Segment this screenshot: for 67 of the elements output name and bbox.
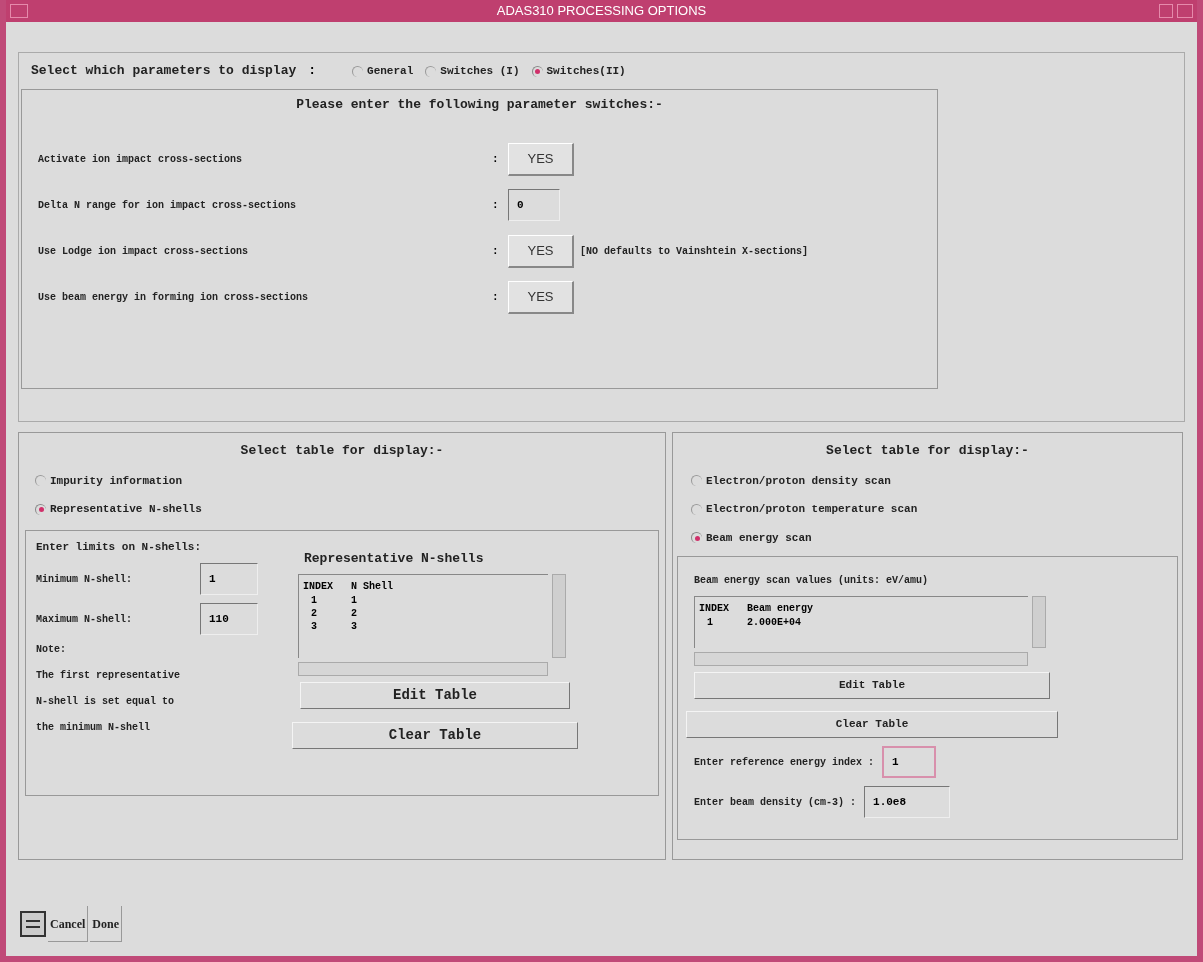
table-list[interactable]: INDEX Beam energy 1 2.000E+04 — [694, 596, 1028, 648]
table-button[interactable]: Clear Table — [686, 711, 1058, 738]
menu-icon[interactable] — [20, 911, 46, 937]
footer-button[interactable]: Cancel — [48, 906, 89, 942]
radio-label: Switches(II) — [546, 63, 626, 79]
footer-button[interactable]: Done — [90, 906, 122, 942]
table-cell-text: 1 — [310, 594, 318, 607]
table-title: Beam energy scan values (units: eV/amu) — [694, 574, 930, 588]
table-cell: 1 — [351, 594, 357, 607]
horizontal-scrollbar[interactable] — [694, 652, 1028, 666]
radio-label: General — [367, 63, 414, 79]
table-cell-text: 2 — [310, 607, 318, 620]
separator-colon: : — [492, 151, 500, 167]
input-field[interactable]: 1.0e8 — [864, 786, 951, 818]
yes-button[interactable]: YES — [508, 234, 574, 268]
separator-colon: : — [492, 243, 500, 259]
yes-button[interactable]: YES — [508, 142, 574, 176]
switch-label: Delta N range for ion impact cross-sections — [38, 198, 298, 213]
column-header: INDEX — [699, 602, 730, 616]
switch-label: Use Lodge ion impact cross-sections — [38, 244, 250, 259]
limits-heading: Enter limits on N-shells: — [36, 539, 203, 555]
note-text: Note: The first representative N-shell is set equal to the minimum N-shell — [36, 643, 182, 735]
window-menu-icon[interactable] — [10, 4, 28, 18]
radio-label: Electron/proton density scan — [706, 473, 891, 489]
panel-heading: Please enter the following parameter switches:- — [295, 96, 664, 114]
window-title: ADAS310 PROCESSING OPTIONS — [496, 2, 707, 21]
table-cell-text: 3 — [310, 620, 318, 633]
column-header: INDEX — [303, 580, 334, 594]
input-field[interactable]: 0 — [508, 189, 560, 221]
display-label: Select which parameters to display — [31, 62, 297, 81]
vertical-scrollbar[interactable] — [552, 574, 566, 658]
radio-label: Electron/proton temperature scan — [706, 502, 918, 517]
input-field[interactable]: 1 — [882, 746, 937, 778]
field-label: Enter beam density (cm-3) : — [694, 795, 857, 810]
maximize-icon[interactable] — [1177, 4, 1193, 18]
table-cell-text: 1 — [706, 616, 714, 629]
input-field[interactable]: 1 — [200, 563, 258, 595]
separator-colon: : — [492, 197, 500, 213]
switch-label: Use beam energy in forming ion cross-sections — [38, 290, 310, 305]
vertical-scrollbar[interactable] — [1032, 596, 1046, 648]
switch-label: Activate ion impact cross-sections — [38, 152, 244, 167]
table-cell: 2 — [351, 607, 357, 620]
table-cell: 3 — [351, 620, 357, 633]
radio-label: Switches (I) — [440, 63, 520, 79]
column-header: Beam energy — [747, 602, 813, 616]
panel-heading: Select table for display:- — [239, 442, 445, 460]
table-list[interactable]: INDEX N Shell 1 1 2 2 3 3 — [298, 574, 548, 658]
horizontal-scrollbar[interactable] — [298, 662, 548, 676]
field-label: Minimum N-shell: — [36, 572, 133, 587]
switch-note: [NO defaults to Vainshtein X-sections] — [580, 244, 809, 259]
yes-button[interactable]: YES — [508, 280, 574, 314]
table-title: Representative N-shells — [304, 549, 485, 568]
table-cell: 2.000E+04 — [747, 616, 801, 629]
panel-heading: Select table for display:- — [825, 442, 1030, 460]
radio-label: Impurity information — [50, 473, 183, 489]
minimize-icon[interactable] — [1159, 4, 1173, 18]
field-label: Enter reference energy index : — [694, 755, 875, 770]
table-button[interactable]: Edit Table — [300, 682, 570, 709]
separator-colon: : — [492, 289, 500, 305]
table-button[interactable]: Clear Table — [292, 722, 578, 749]
radio-label: Beam energy scan — [706, 530, 812, 546]
separator-colon: : — [308, 62, 317, 81]
input-field[interactable]: 110 — [200, 603, 258, 635]
table-button[interactable]: Edit Table — [694, 672, 1050, 699]
field-label: Maximum N-shell: — [36, 612, 133, 627]
column-header: N Shell — [351, 580, 393, 594]
radio-label: Representative N-shells — [50, 502, 202, 517]
